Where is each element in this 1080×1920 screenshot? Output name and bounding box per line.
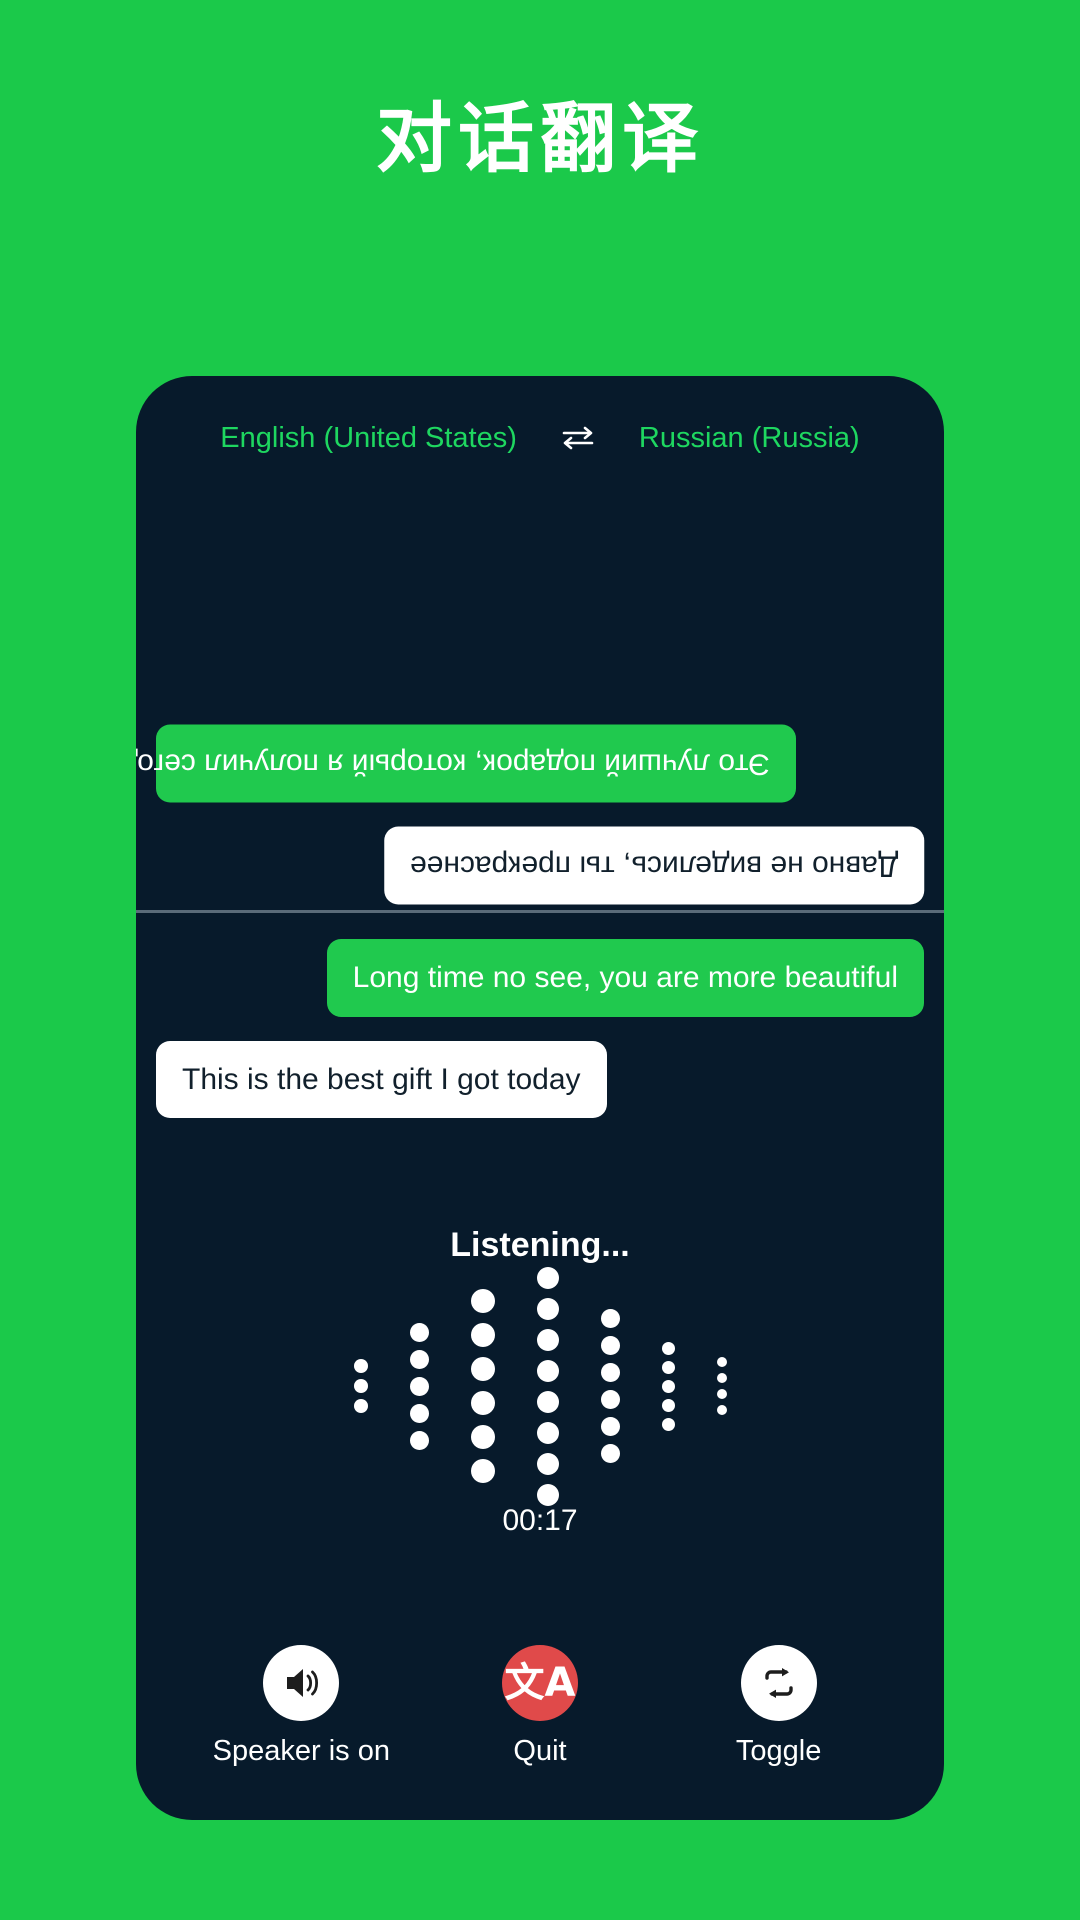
swap-horizontal-icon[interactable]: [561, 425, 595, 451]
waveform-dot: [716, 1357, 727, 1367]
waveform-dot: [661, 1360, 675, 1374]
waveform-dot: [409, 1322, 429, 1342]
waveform-dot: [661, 1379, 675, 1393]
listening-status: Listening...: [450, 1226, 630, 1264]
waveform-dot: [536, 1266, 559, 1289]
conversation-pane-remote: Это лучший подарок, который я получил се…: [136, 486, 944, 910]
source-language-selector[interactable]: English (United States): [220, 422, 517, 455]
waveform-column: [353, 1359, 368, 1413]
message-bubble-translated-1[interactable]: Это лучший подарок, который я получил се…: [136, 725, 796, 803]
toggle-repeat-icon[interactable]: [740, 1645, 817, 1721]
waveform-dot: [600, 1417, 620, 1436]
waveform-dot: [353, 1399, 368, 1413]
waveform-dot: [409, 1349, 429, 1369]
waveform-dot: [470, 1425, 495, 1449]
message-row: Это лучший подарок, который я получил се…: [136, 725, 924, 803]
waveform-dot: [536, 1359, 559, 1382]
speaker-button-label: Speaker is on: [212, 1735, 390, 1767]
message-row: Long time no see, you are more beautiful: [156, 939, 924, 1017]
waveform-dot: [409, 1430, 429, 1450]
speaker-on-icon[interactable]: [263, 1645, 340, 1721]
toggle-button-label: Toggle: [735, 1735, 822, 1767]
waveform-dot: [661, 1417, 675, 1431]
waveform-dot: [470, 1459, 495, 1483]
waveform-dot: [716, 1373, 727, 1383]
waveform-dot: [353, 1379, 368, 1393]
waveform-dot: [470, 1391, 495, 1415]
conversation-pane-local: Long time no see, you are more beautiful…: [136, 913, 944, 1213]
waveform-dot: [600, 1309, 620, 1328]
target-language-selector[interactable]: Russian (Russia): [639, 422, 860, 455]
waveform-dot: [536, 1483, 559, 1506]
translate-icon[interactable]: 文A: [501, 1645, 578, 1721]
waveform-dot: [661, 1341, 675, 1355]
message-row: This is the best gift I got today: [156, 1040, 924, 1118]
waveform-dot: [716, 1389, 727, 1399]
waveform-dot: [409, 1376, 429, 1396]
waveform-column: [716, 1357, 727, 1415]
page-title: 对话翻译: [376, 97, 704, 182]
message-bubble-translated-2[interactable]: Давно не виделись, ты прекраснее: [383, 826, 924, 904]
waveform-dot: [470, 1289, 495, 1313]
waveform-dot: [600, 1390, 620, 1409]
language-bar: English (United States) Russian (Russia): [136, 402, 944, 474]
waveform-dot: [536, 1452, 559, 1475]
waveform-dot: [470, 1357, 495, 1381]
waveform-dot: [536, 1390, 559, 1413]
waveform-column: [470, 1289, 495, 1483]
speaker-button[interactable]: Speaker is on: [191, 1645, 411, 1768]
waveform-dot: [536, 1421, 559, 1444]
waveform-dot: [661, 1398, 675, 1412]
waveform-dot: [600, 1444, 620, 1463]
waveform-dot: [353, 1359, 368, 1373]
translate-glyph: 文A: [504, 1660, 576, 1706]
waveform-dot: [409, 1403, 429, 1423]
app-screen: 对话翻译 English (United States) Russian (Ru…: [0, 0, 1080, 1920]
quit-button-label: Quit: [513, 1735, 567, 1767]
waveform-dot: [470, 1323, 495, 1347]
quit-button[interactable]: 文A Quit: [430, 1645, 650, 1768]
waveform-column: [661, 1341, 675, 1431]
message-bubble-source-1[interactable]: Long time no see, you are more beautiful: [326, 939, 924, 1017]
waveform-dot: [716, 1405, 727, 1415]
waveform-dot: [536, 1328, 559, 1351]
waveform-dot: [536, 1297, 559, 1320]
control-bar: Speaker is on 文A Quit Toggle: [136, 1645, 944, 1768]
waveform-column: [600, 1309, 620, 1463]
recording-timer: 00:17: [502, 1504, 578, 1537]
message-row: Давно не виделись, ты прекраснее: [156, 826, 924, 904]
toggle-button[interactable]: Toggle: [669, 1645, 889, 1768]
waveform-dot: [600, 1363, 620, 1382]
phone-panel: English (United States) Russian (Russia)…: [136, 376, 944, 1820]
message-bubble-source-2[interactable]: This is the best gift I got today: [156, 1040, 607, 1118]
waveform-dot: [600, 1336, 620, 1355]
waveform-column: [536, 1266, 559, 1506]
audio-waveform: [136, 1266, 944, 1506]
waveform-column: [409, 1322, 429, 1450]
